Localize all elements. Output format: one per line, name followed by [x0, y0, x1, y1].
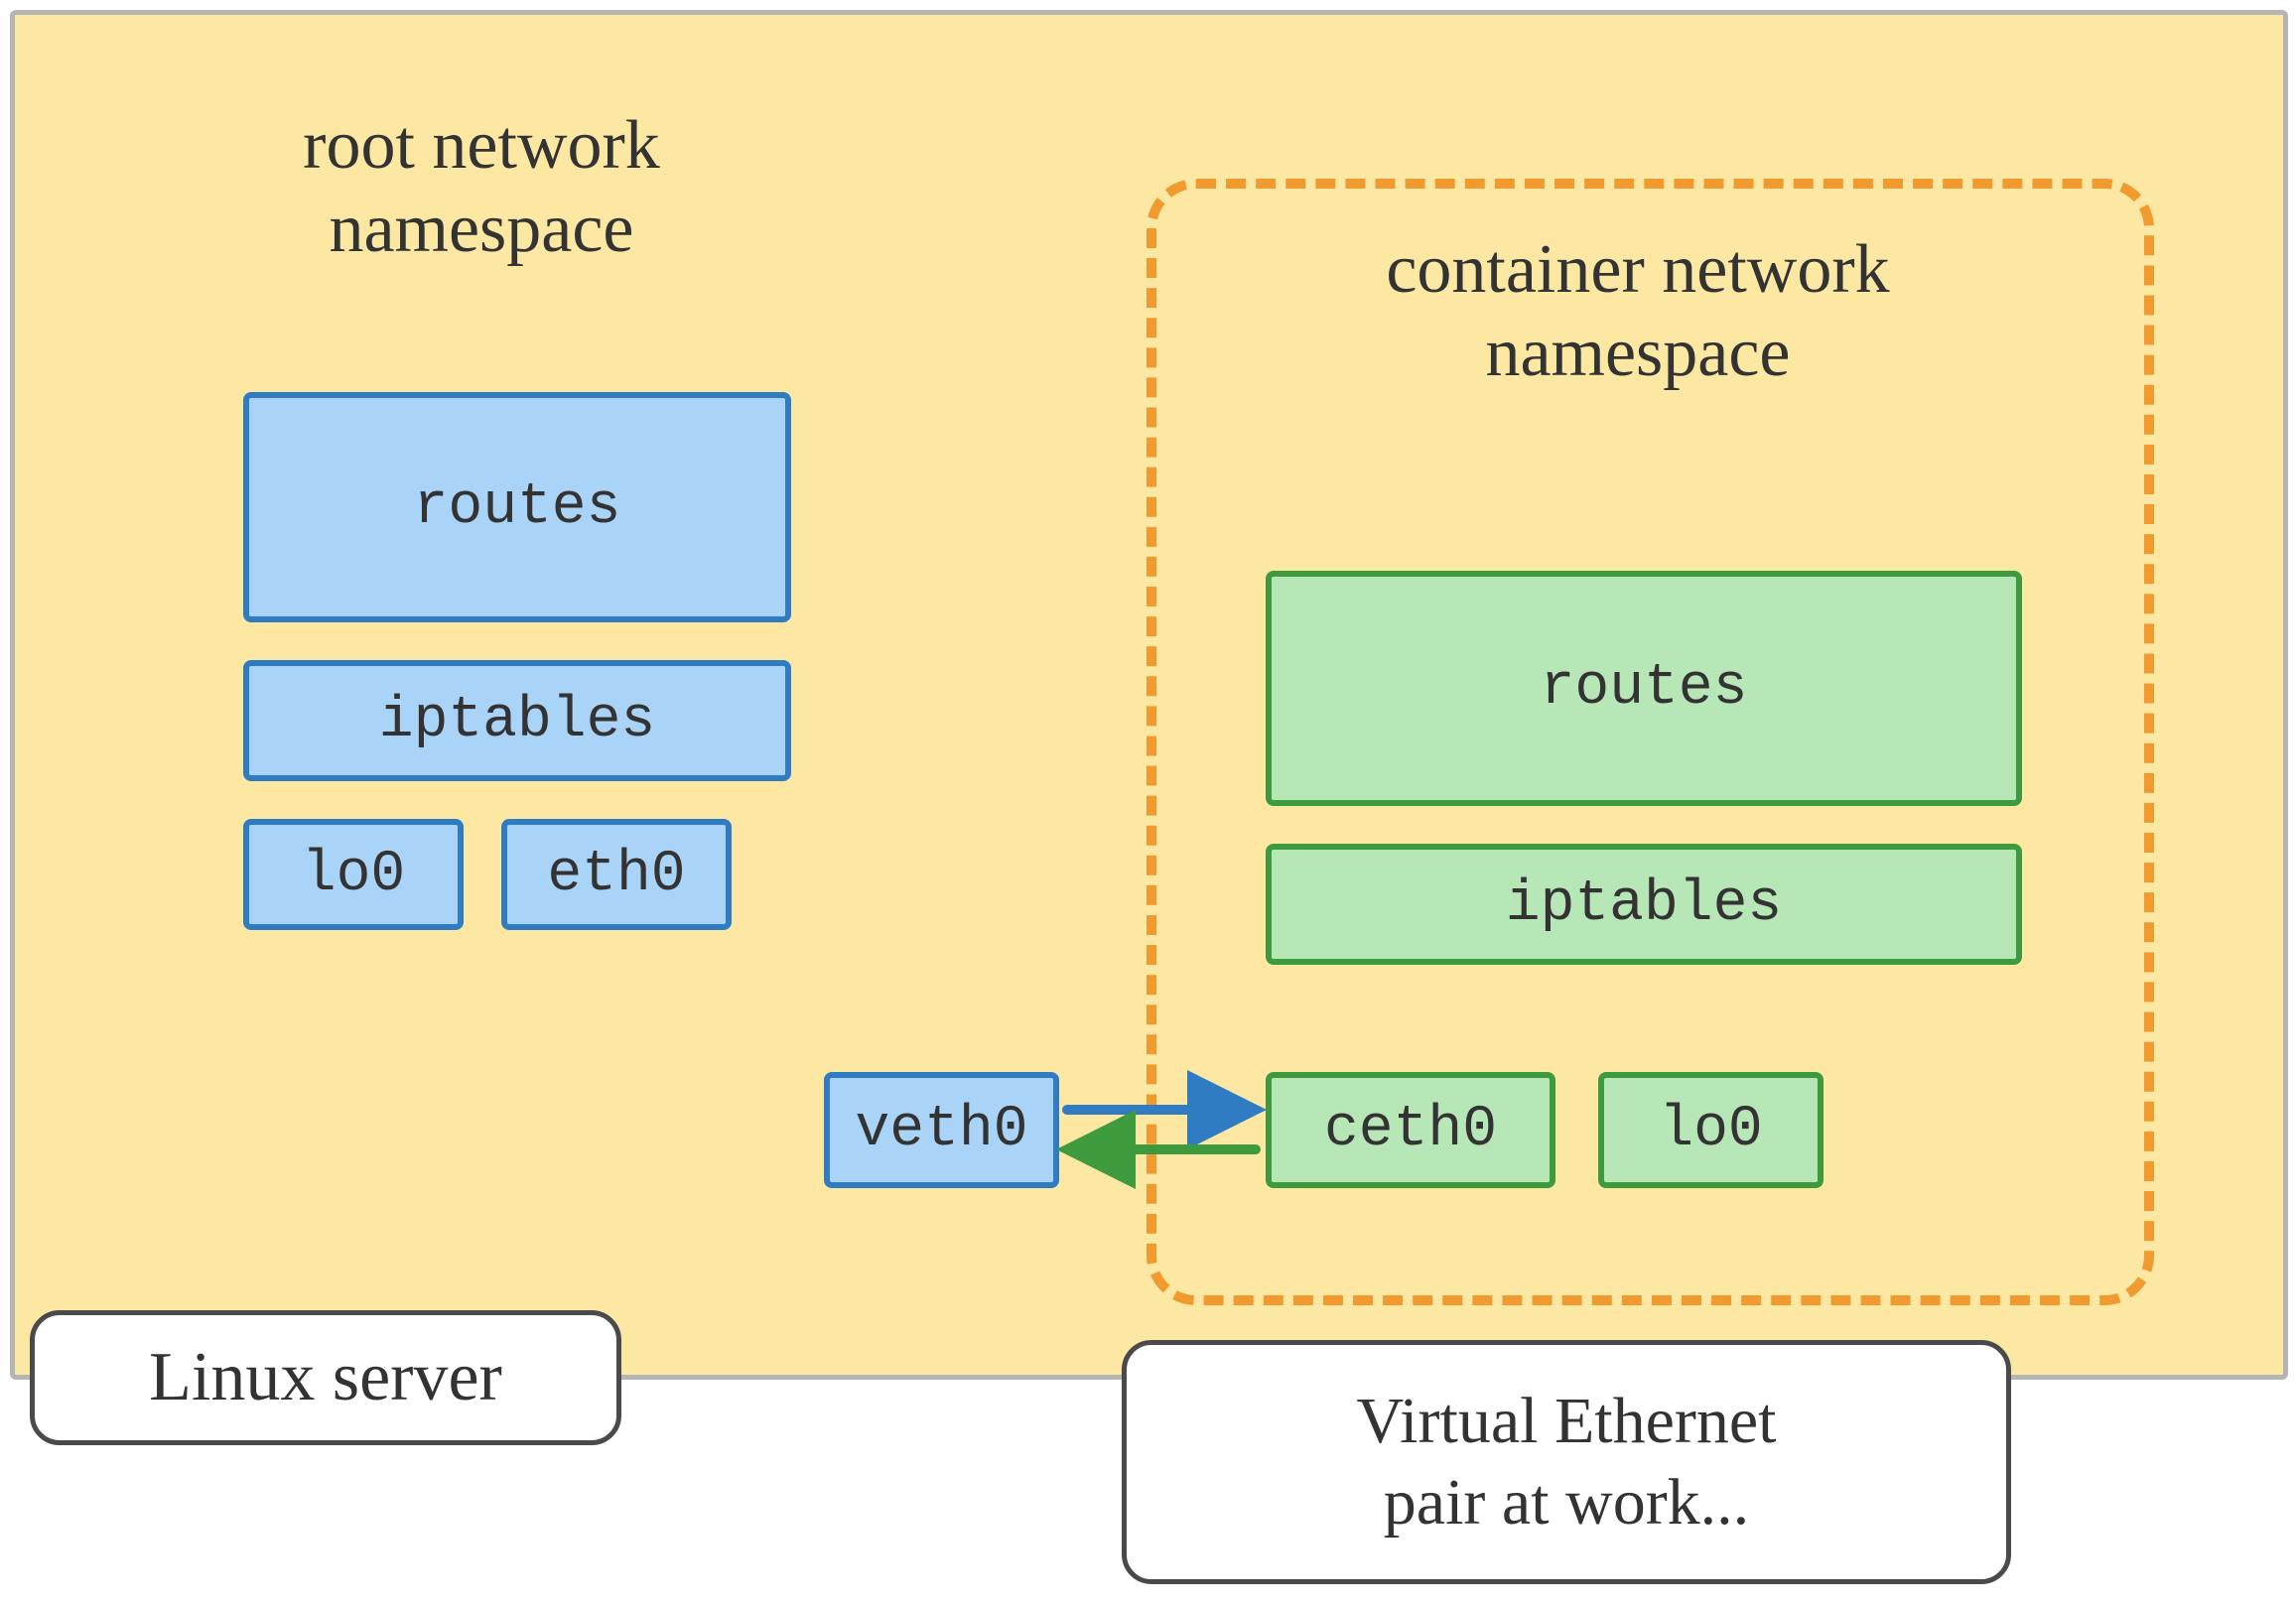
container-ceth0-box: ceth0	[1266, 1072, 1555, 1188]
container-iptables-box: iptables	[1266, 844, 2022, 965]
container-iptables-label: iptables	[1506, 872, 1782, 937]
veth-pair-callout: Virtual Ethernetpair at work...	[1122, 1340, 2011, 1584]
container-lo0-label: lo0	[1659, 1098, 1762, 1162]
root-veth0-label: veth0	[855, 1098, 1027, 1162]
linux-server-callout: Linux server	[30, 1310, 621, 1445]
veth-pair-callout-text: Virtual Ethernetpair at work...	[1356, 1381, 1776, 1544]
linux-server-box: root networknamespace routes iptables lo…	[10, 10, 2288, 1380]
root-namespace-title-text: root networknamespace	[303, 107, 660, 267]
root-routes-box: routes	[243, 392, 791, 622]
root-eth0-label: eth0	[547, 843, 685, 907]
root-lo0-label: lo0	[302, 843, 405, 907]
container-ceth0-label: ceth0	[1324, 1098, 1497, 1162]
container-lo0-box: lo0	[1598, 1072, 1823, 1188]
container-namespace-title-text: container networknamespace	[1386, 231, 1889, 391]
linux-server-callout-text: Linux server	[149, 1334, 502, 1421]
root-veth0-box: veth0	[824, 1072, 1059, 1188]
container-routes-box: routes	[1266, 571, 2022, 806]
root-eth0-box: eth0	[501, 819, 732, 930]
diagram-stage: root networknamespace routes iptables lo…	[0, 0, 2296, 1608]
root-namespace-title: root networknamespace	[134, 104, 829, 271]
root-iptables-box: iptables	[243, 660, 791, 781]
root-lo0-box: lo0	[243, 819, 464, 930]
container-routes-label: routes	[1541, 656, 1748, 721]
root-iptables-label: iptables	[379, 689, 655, 753]
root-routes-label: routes	[414, 475, 621, 540]
container-namespace-title: container networknamespace	[1206, 228, 2070, 395]
